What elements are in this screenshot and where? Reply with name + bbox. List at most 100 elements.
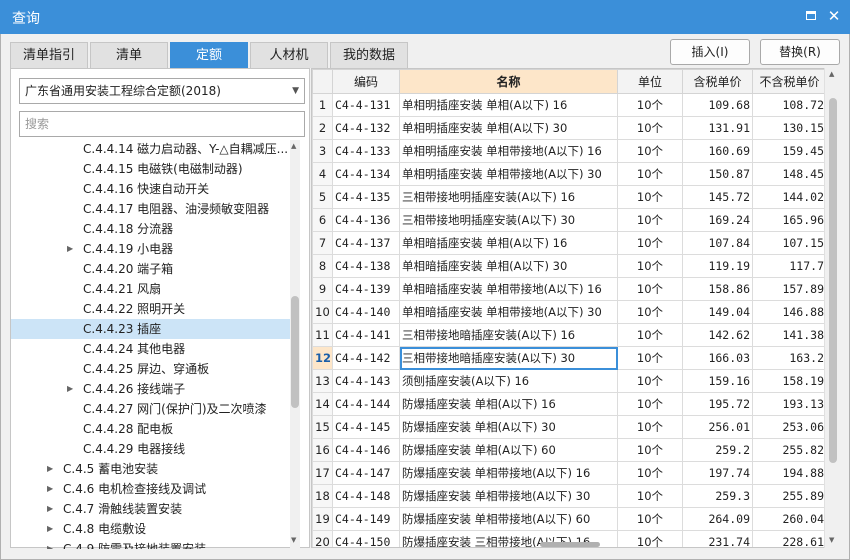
scroll-down-icon[interactable]: ▼ xyxy=(829,536,834,544)
cell-tax-price[interactable]: 259.2 xyxy=(682,438,753,462)
cell-unit[interactable]: 10个 xyxy=(617,392,683,416)
tree-item[interactable]: ▶ C.4.7 滑触线装置安装 xyxy=(11,499,291,519)
row-number[interactable]: 5 xyxy=(312,185,333,209)
cell-name[interactable]: 单相暗插座安装 单相(A以下) 30 xyxy=(399,254,618,278)
cell-notax-price[interactable]: 148.45 xyxy=(752,162,827,186)
cell-tax-price[interactable]: 264.09 xyxy=(682,507,753,531)
cell-code[interactable]: C4-4-141 xyxy=(332,323,400,347)
cell-tax-price[interactable]: 197.74 xyxy=(682,461,753,485)
row-number[interactable]: 6 xyxy=(312,208,333,232)
cell-code[interactable]: C4-4-143 xyxy=(332,369,400,393)
cell-code[interactable]: C4-4-136 xyxy=(332,208,400,232)
insert-button[interactable]: 插入(I) xyxy=(670,39,750,65)
cell-notax-price[interactable]: 165.96 xyxy=(752,208,827,232)
row-number[interactable]: 18 xyxy=(312,484,333,508)
header-tax-price[interactable]: 含税单价 xyxy=(682,69,753,94)
expand-arrow-icon[interactable]: ▶ xyxy=(67,239,73,259)
cell-tax-price[interactable]: 256.01 xyxy=(682,415,753,439)
tree-item[interactable]: C.4.4.25 屏边、穿通板 xyxy=(11,359,291,379)
cell-unit[interactable]: 10个 xyxy=(617,438,683,462)
expand-arrow-icon[interactable]: ▶ xyxy=(67,379,73,399)
cell-unit[interactable]: 10个 xyxy=(617,507,683,531)
expand-arrow-icon[interactable]: ▶ xyxy=(47,459,53,479)
cell-unit[interactable]: 10个 xyxy=(617,346,683,370)
row-number[interactable]: 4 xyxy=(312,162,333,186)
row-number[interactable]: 16 xyxy=(312,438,333,462)
cell-tax-price[interactable]: 145.72 xyxy=(682,185,753,209)
table-row[interactable]: 4 C4-4-134 单相明插座安装 单相带接地(A以下) 30 10个 150.87 1… xyxy=(312,162,827,186)
row-number[interactable]: 17 xyxy=(312,461,333,485)
cell-code[interactable]: C4-4-149 xyxy=(332,507,400,531)
tree-scrollbar[interactable]: ▲ ▼ xyxy=(290,140,300,548)
cell-name[interactable]: 防爆插座安装 单相带接地(A以下) 16 xyxy=(399,461,618,485)
scroll-up-icon[interactable]: ▲ xyxy=(829,70,834,78)
cell-notax-price[interactable]: 130.15 xyxy=(752,116,827,140)
cell-unit[interactable]: 10个 xyxy=(617,369,683,393)
cell-name[interactable]: 三相带接地暗插座安装(A以下) 30 xyxy=(399,346,618,370)
cell-tax-price[interactable]: 142.62 xyxy=(682,323,753,347)
cell-code[interactable]: C4-4-134 xyxy=(332,162,400,186)
row-number[interactable]: 10 xyxy=(312,300,333,324)
cell-code[interactable]: C4-4-139 xyxy=(332,277,400,301)
cell-code[interactable]: C4-4-140 xyxy=(332,300,400,324)
table-row[interactable]: 7 C4-4-137 单相暗插座安装 单相(A以下) 16 10个 107.84 107.… xyxy=(312,231,827,255)
scroll-down-icon[interactable]: ▼ xyxy=(291,536,296,544)
cell-tax-price[interactable]: 107.84 xyxy=(682,231,753,255)
cell-notax-price[interactable]: 260.04 xyxy=(752,507,827,531)
cell-code[interactable]: C4-4-150 xyxy=(332,530,400,547)
cell-unit[interactable]: 10个 xyxy=(617,162,683,186)
row-number[interactable]: 1 xyxy=(312,93,333,117)
tree-item[interactable]: C.4.4.17 电阻器、油浸频敏变阻器 xyxy=(11,199,291,219)
cell-unit[interactable]: 10个 xyxy=(617,323,683,347)
cell-unit[interactable]: 10个 xyxy=(617,300,683,324)
cell-tax-price[interactable]: 195.72 xyxy=(682,392,753,416)
row-number[interactable]: 9 xyxy=(312,277,333,301)
cell-name[interactable]: 单相明插座安装 单相带接地(A以下) 16 xyxy=(399,139,618,163)
cell-name[interactable]: 单相暗插座安装 单相带接地(A以下) 16 xyxy=(399,277,618,301)
cell-notax-price[interactable]: 255.89 xyxy=(752,484,827,508)
tree-item[interactable]: ▶ C.4.6 电机检查接线及调试 xyxy=(11,479,291,499)
expand-arrow-icon[interactable]: ▶ xyxy=(47,539,53,549)
table-row[interactable]: 11 C4-4-141 三相带接地暗插座安装(A以下) 16 10个 142.62 141… xyxy=(312,323,827,347)
row-number[interactable]: 19 xyxy=(312,507,333,531)
cell-tax-price[interactable]: 158.86 xyxy=(682,277,753,301)
header-name[interactable]: 名称 xyxy=(399,69,618,94)
tree-scroll-thumb[interactable] xyxy=(291,296,299,408)
header-notax-price[interactable]: 不含税单价 xyxy=(752,69,827,94)
table-row[interactable]: 6 C4-4-136 三相带接地明插座安装(A以下) 30 10个 169.24 165.… xyxy=(312,208,827,232)
cell-notax-price[interactable]: 117.7 xyxy=(752,254,827,278)
cell-tax-price[interactable]: 166.03 xyxy=(682,346,753,370)
table-row[interactable]: 12 C4-4-142 三相带接地暗插座安装(A以下) 30 10个 166.03 163… xyxy=(312,346,827,370)
cell-name[interactable]: 防爆插座安装 单相(A以下) 16 xyxy=(399,392,618,416)
maximize-icon[interactable] xyxy=(803,8,819,24)
horizontal-scroll-thumb[interactable] xyxy=(540,542,600,547)
tree-item[interactable]: C.4.4.16 快速自动开关 xyxy=(11,179,291,199)
cell-tax-price[interactable]: 131.91 xyxy=(682,116,753,140)
tree-item[interactable]: C.4.4.20 端子箱 xyxy=(11,259,291,279)
scroll-up-icon[interactable]: ▲ xyxy=(291,142,296,150)
cell-unit[interactable]: 10个 xyxy=(617,231,683,255)
header-unit[interactable]: 单位 xyxy=(617,69,683,94)
cell-notax-price[interactable]: 193.13 xyxy=(752,392,827,416)
cell-tax-price[interactable]: 160.69 xyxy=(682,139,753,163)
cell-notax-price[interactable]: 253.06 xyxy=(752,415,827,439)
close-icon[interactable]: ✕ xyxy=(826,8,842,24)
cell-unit[interactable]: 10个 xyxy=(617,185,683,209)
cell-unit[interactable]: 10个 xyxy=(617,461,683,485)
tab-my-data[interactable]: 我的数据 xyxy=(330,42,408,68)
cell-notax-price[interactable]: 158.19 xyxy=(752,369,827,393)
cell-tax-price[interactable]: 109.68 xyxy=(682,93,753,117)
row-number[interactable]: 11 xyxy=(312,323,333,347)
tree-item[interactable]: C.4.4.18 分流器 xyxy=(11,219,291,239)
cell-unit[interactable]: 10个 xyxy=(617,277,683,301)
cell-code[interactable]: C4-4-135 xyxy=(332,185,400,209)
cell-name[interactable]: 单相明插座安装 单相(A以下) 30 xyxy=(399,116,618,140)
table-row[interactable]: 17 C4-4-147 防爆插座安装 单相带接地(A以下) 16 10个 197.74 1… xyxy=(312,461,827,485)
row-number[interactable]: 2 xyxy=(312,116,333,140)
cell-name[interactable]: 防爆插座安装 单相(A以下) 30 xyxy=(399,415,618,439)
quota-library-dropdown[interactable]: 广东省通用安装工程综合定额(2018) ▼ xyxy=(19,78,305,104)
cell-unit[interactable]: 10个 xyxy=(617,93,683,117)
cell-name[interactable]: 单相暗插座安装 单相(A以下) 16 xyxy=(399,231,618,255)
table-row[interactable]: 2 C4-4-132 单相明插座安装 单相(A以下) 30 10个 131.91 130.… xyxy=(312,116,827,140)
expand-arrow-icon[interactable]: ▶ xyxy=(47,499,53,519)
